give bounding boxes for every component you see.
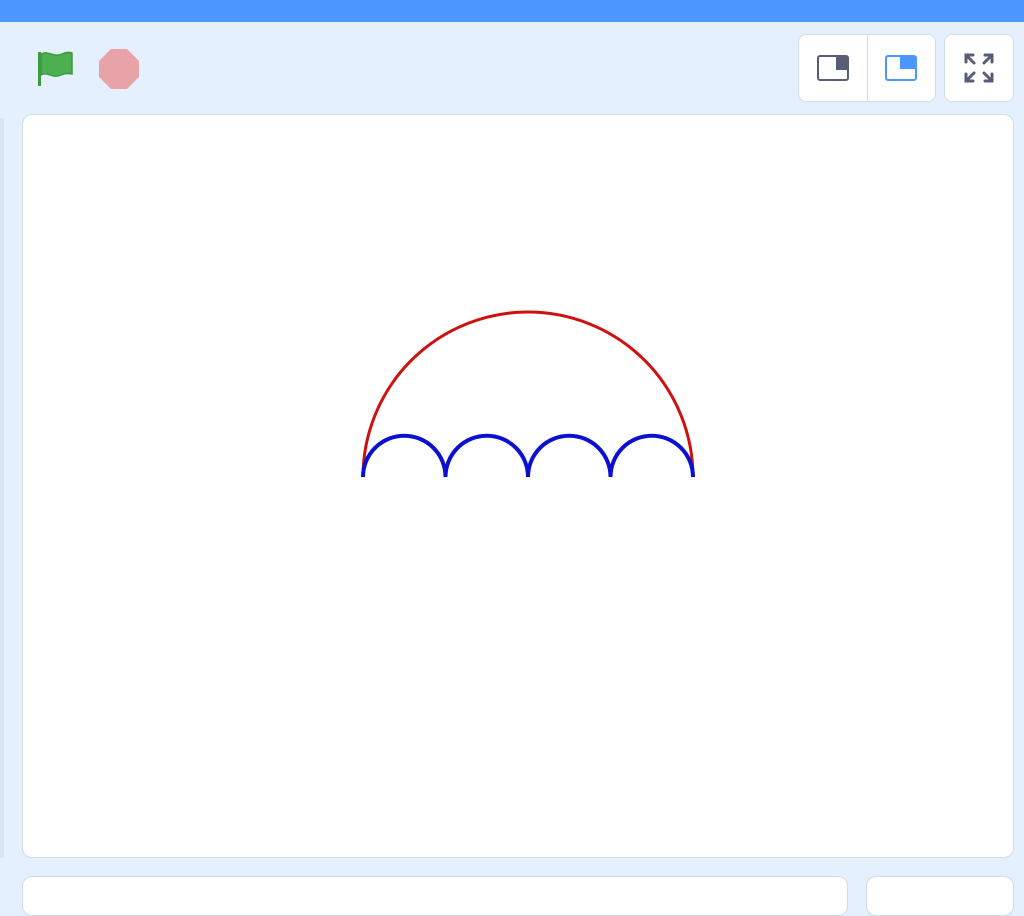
blue-scallop-arc — [361, 433, 448, 478]
sprite-info-panel — [22, 876, 848, 916]
blue-scallop-arc — [526, 433, 613, 478]
stage-drawing — [361, 310, 695, 478]
stop-button[interactable] — [96, 46, 142, 92]
red-semicircle — [361, 310, 695, 478]
stop-icon — [99, 49, 139, 89]
large-stage-icon — [885, 55, 918, 81]
fullscreen-icon — [964, 53, 994, 83]
blue-scallops — [361, 433, 695, 478]
blue-scallop-arc — [608, 433, 695, 478]
green-flag-icon — [38, 51, 73, 86]
stage-controls-bar — [0, 22, 1024, 114]
left-panel-edge — [0, 118, 4, 858]
stage-size-toggle — [798, 34, 936, 102]
green-flag-button[interactable] — [28, 44, 80, 92]
top-accent-bar — [0, 0, 1024, 22]
blue-scallop-arc — [443, 433, 530, 478]
small-stage-icon — [816, 55, 849, 81]
large-stage-button[interactable] — [866, 35, 936, 101]
small-stage-button[interactable] — [799, 35, 867, 101]
stage-panel — [866, 876, 1014, 916]
fullscreen-button[interactable] — [944, 34, 1014, 102]
stage-canvas[interactable] — [22, 114, 1014, 858]
